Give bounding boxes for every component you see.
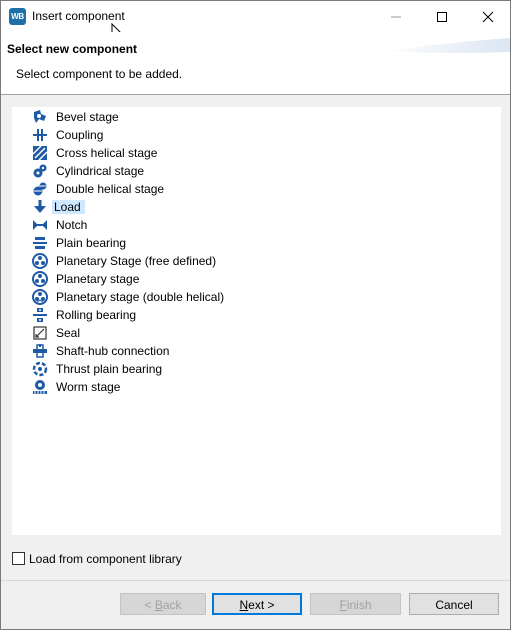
load-arrow-icon <box>34 200 46 213</box>
page-subtitle: Select component to be added. <box>16 67 183 81</box>
plain-bearing-icon <box>33 237 47 249</box>
list-item-label: Cylindrical stage <box>56 164 145 178</box>
back-button-mnemonic: B <box>154 598 163 612</box>
list-item-label: Shaft-hub connection <box>56 344 170 358</box>
list-item-label: Worm stage <box>56 380 121 394</box>
app-logo-icon: WB <box>9 8 26 25</box>
thrust-plain-bearing-icon <box>32 361 48 377</box>
shaft-hub-connection-icon <box>33 344 47 358</box>
component-list[interactable]: Bevel stage Coupling Cross helical stage Cy… <box>12 107 501 535</box>
finish-button-mnemonic: F <box>339 598 347 612</box>
title-bar[interactable]: WB Insert component <box>1 1 510 32</box>
seal-icon <box>33 326 47 340</box>
double-helical-stage-icon <box>33 182 47 196</box>
cross-helical-stage-icon <box>32 145 48 161</box>
next-button[interactable]: Next > <box>212 593 302 615</box>
finish-button-rest: inish <box>346 598 372 612</box>
header-decoration <box>380 38 510 53</box>
list-item-label: Planetary stage <box>56 272 140 286</box>
close-icon <box>482 11 494 23</box>
list-item-label: Double helical stage <box>56 182 165 196</box>
list-item-label: Notch <box>56 218 88 232</box>
footer-divider <box>1 580 510 581</box>
list-item-label: Plain bearing <box>56 236 127 250</box>
close-button[interactable] <box>465 1 511 32</box>
list-item-label: Thrust plain bearing <box>56 362 163 376</box>
planetary-stage-icon <box>32 253 48 269</box>
minimize-icon <box>391 16 401 18</box>
back-button-rest: ack <box>162 598 182 612</box>
worm-stage-icon <box>33 380 47 394</box>
list-item-label: Rolling bearing <box>56 308 137 322</box>
insert-component-dialog: WB Insert component Select new component… <box>0 0 511 630</box>
library-checkbox-label[interactable]: Load from component library <box>29 552 182 566</box>
notch-icon <box>33 220 47 230</box>
minimize-button[interactable] <box>373 1 419 32</box>
maximize-icon <box>437 12 447 22</box>
library-checkbox[interactable] <box>12 552 25 565</box>
list-item-label: Planetary stage (double helical) <box>56 290 225 304</box>
list-item-label: Coupling <box>56 128 104 142</box>
back-button[interactable]: < Back <box>120 593 206 615</box>
page-title: Select new component <box>7 42 138 56</box>
list-item-label: Load <box>52 200 85 214</box>
wizard-header: Select new component Select component to… <box>1 32 510 95</box>
back-button-prefix: < <box>144 598 155 612</box>
coupling-icon <box>33 129 47 141</box>
planetary-stage-icon <box>32 271 48 287</box>
list-item-label: Cross helical stage <box>56 146 158 160</box>
cylindrical-stage-icon <box>33 164 47 178</box>
finish-button[interactable]: Finish <box>310 593 401 615</box>
list-item-label: Planetary Stage (free defined) <box>56 254 217 268</box>
window-title: Insert component <box>32 9 125 23</box>
list-item-label: Seal <box>56 326 81 340</box>
bevel-stage-icon <box>34 110 46 123</box>
next-button-rest: ext > <box>248 598 275 612</box>
maximize-button[interactable] <box>419 1 465 32</box>
planetary-stage-double-helical-icon <box>32 289 48 305</box>
cancel-button[interactable]: Cancel <box>409 593 499 615</box>
rolling-bearing-icon <box>33 308 47 322</box>
next-button-mnemonic: N <box>239 598 249 612</box>
list-item-label: Bevel stage <box>56 110 119 124</box>
